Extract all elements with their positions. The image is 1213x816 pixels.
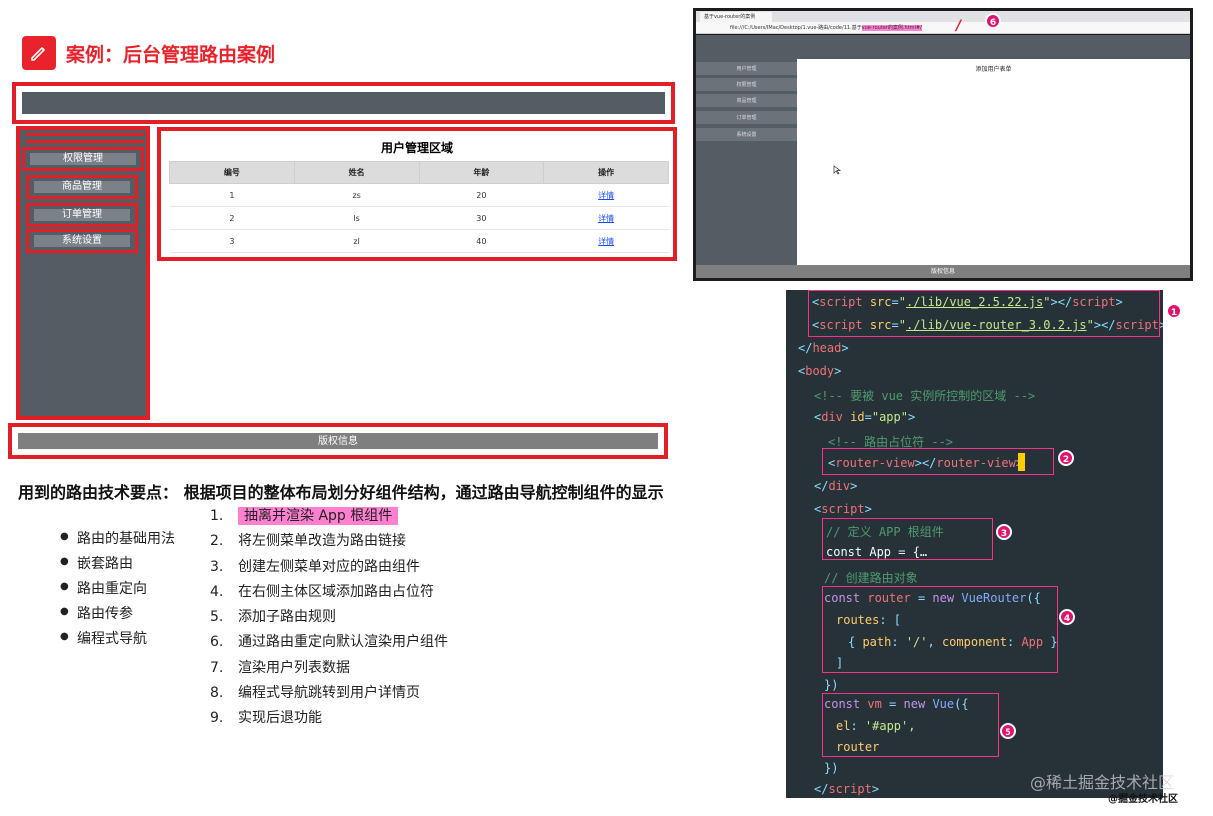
col-header-id: 编号 (169, 161, 295, 184)
mock-header-area (12, 82, 675, 124)
browser-sidebar-item-products[interactable]: 商品管理 (696, 94, 797, 108)
steps-list: 1. 抽离并渲染 App 根组件 2. 将左侧菜单改造为路由链接 3. 创建左侧菜单对… (210, 505, 448, 733)
tech-bullets: 路由的基础用法 嵌套路由 路由重定向 路由传参 编程式导航 (60, 528, 175, 653)
browser-sidebar-item-permissions[interactable]: 权限管理 (696, 78, 797, 92)
tech-points-summary: 根据项目的整体布局划分好组件结构，通过路由导航控制组件的显示 (183, 483, 664, 502)
browser-app-main: 添加用户表单 (797, 59, 1190, 265)
step-badge-5: 5 (1000, 723, 1016, 739)
sidebar-item-products[interactable]: 商品管理 (26, 175, 138, 199)
user-table: 编号 姓名 年龄 操作 1 zs 20 详情 2 ls 30 详情 3 zl 4… (169, 161, 669, 253)
address-highlight: vue-router的案例.html#/ (861, 25, 922, 31)
main-title: 用户管理区域 (380, 141, 453, 155)
col-header-action: 操作 (543, 161, 669, 184)
highlight-box-3 (822, 518, 993, 560)
sidebar-item-settings[interactable]: 系统设置 (26, 229, 138, 253)
sidebar-item-permissions[interactable]: 权限管理 (22, 147, 144, 171)
list-item: 1. 抽离并渲染 App 根组件 (210, 505, 448, 530)
highlight-box-2 (822, 448, 1054, 475)
list-item: 路由传参 (60, 603, 175, 628)
footer-text: 版权信息 (18, 433, 658, 449)
code-comment-area: <!-- 要被 vue 实例所控制的区域 --> (814, 389, 1036, 403)
browser-tab-bar: 基于vue-router的案例 (696, 11, 1190, 22)
table-row: 1 zs 20 详情 (169, 183, 669, 207)
list-item: 4. 在右侧主体区域添加路由占位符 (210, 583, 434, 600)
address-bar[interactable]: file:///C:/Users/IMac/Desktop/1.vue-路由/c… (696, 22, 1190, 34)
watermark-sub: @掘金技术社区 (1108, 794, 1178, 805)
sidebar-top-divider (26, 133, 144, 143)
list-item: 路由重定向 (60, 578, 175, 603)
step-badge-3: 3 (996, 524, 1012, 540)
step-badge-6: 6 (985, 13, 1001, 29)
browser-sidebar-item-orders[interactable]: 订单管理 (696, 111, 797, 125)
highlight-box-5 (822, 693, 999, 757)
detail-link[interactable]: 详情 (598, 191, 614, 200)
list-item: 8. 编程式导航跳转到用户详情页 (210, 685, 420, 702)
code-editor: <script src="./lib/vue_2.5.22.js"></scri… (786, 290, 1163, 798)
browser-app-footer: 版权信息 (696, 265, 1190, 278)
table-row: 3 zl 40 详情 (169, 229, 669, 253)
col-header-age: 年龄 (418, 161, 545, 184)
tech-points-line: 用到的路由技术要点： 根据项目的整体布局划分好组件结构，通过路由导航控制组件的显… (18, 479, 664, 503)
highlight-box-4 (822, 586, 1058, 673)
list-item: 嵌套路由 (60, 553, 175, 578)
list-item: 路由的基础用法 (60, 528, 175, 553)
browser-main-title: 添加用户表单 (975, 66, 1012, 73)
step-badge-2: 2 (1058, 450, 1074, 466)
list-item: 9. 实现后退功能 (210, 710, 322, 727)
step-badge-1: 1 (1166, 303, 1182, 319)
browser-tab[interactable]: 基于vue-router的案例 (700, 12, 772, 22)
browser-sidebar-item-settings[interactable]: 系统设置 (696, 128, 797, 142)
detail-link[interactable]: 详情 (598, 214, 614, 223)
slash-annotation: / (956, 18, 962, 34)
mock-main-area: 用户管理区域 编号 姓名 年龄 操作 1 zs 20 详情 2 ls 30 详情 (157, 127, 677, 261)
browser-sidebar-item-users[interactable]: 用户管理 (696, 62, 797, 76)
browser-screenshot: 基于vue-router的案例 file:///C:/Users/IMac/De… (693, 8, 1193, 281)
page-title: 案例：后台管理路由案例 (66, 44, 276, 66)
highlighted-step: 抽离并渲染 App 根组件 (238, 507, 399, 525)
mouse-cursor-icon (833, 165, 841, 175)
code-comment-router-obj: // 创建路由对象 (824, 571, 918, 585)
list-item: 3. 创建左侧菜单对应的路由组件 (210, 558, 420, 575)
step-badge-4: 4 (1059, 609, 1075, 625)
tech-points-heading: 用到的路由技术要点： (18, 483, 179, 502)
detail-link[interactable]: 详情 (598, 237, 614, 246)
list-item: 5. 添加子路由规则 (210, 609, 336, 626)
mock-footer-area: 版权信息 (8, 423, 668, 459)
sidebar-item-orders[interactable]: 订单管理 (26, 203, 138, 227)
list-item: 编程式导航 (60, 628, 175, 653)
list-item: 2. 将左侧菜单改造为路由链接 (210, 533, 406, 550)
table-row: 2 ls 30 详情 (169, 206, 669, 230)
browser-app-sidebar: 用户管理 权限管理 商品管理 订单管理 系统设置 (696, 59, 797, 265)
browser-app-header (696, 35, 1190, 59)
highlight-box-1 (808, 290, 1160, 337)
list-item: 7. 渲染用户列表数据 (210, 659, 350, 676)
col-header-name: 姓名 (293, 161, 420, 184)
pencil-icon (22, 36, 56, 70)
list-item: 6. 通过路由重定向默认渲染用户组件 (210, 634, 448, 651)
